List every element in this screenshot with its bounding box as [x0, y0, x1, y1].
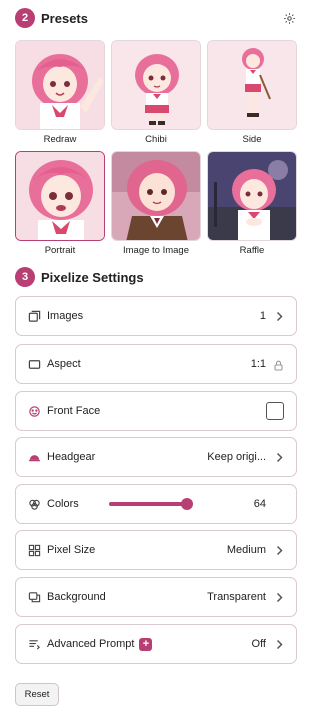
- presets-title: Presets: [41, 10, 88, 26]
- background-label: Background: [47, 591, 106, 603]
- preset-thumbnail: [15, 151, 105, 241]
- plus-badge: +: [139, 637, 153, 651]
- images-label: Images: [47, 310, 84, 322]
- preset-thumbnail: [111, 40, 201, 130]
- settings-title: Pixelize Settings: [41, 269, 144, 285]
- aspect-icon: [27, 357, 41, 371]
- colors-label: Colors: [47, 498, 79, 510]
- colors-row: Colors 64: [15, 484, 297, 524]
- reset-button[interactable]: Reset: [15, 683, 59, 706]
- preset-chibi[interactable]: Chibi: [111, 40, 201, 151]
- grid-icon: [27, 543, 41, 557]
- gear-icon[interactable]: [281, 10, 297, 26]
- preset-label: Raffle: [239, 245, 265, 256]
- preset-thumbnail: [207, 40, 297, 130]
- preset-thumbnail: [15, 40, 105, 130]
- front-face-checkbox[interactable]: [266, 402, 284, 420]
- aspect-label: Aspect: [47, 358, 81, 370]
- preset-label: Image to Image: [122, 245, 189, 256]
- preset-redraw[interactable]: Redraw: [15, 40, 105, 151]
- aspect-row[interactable]: Aspect 1:1: [15, 344, 297, 384]
- headgear-icon: [27, 450, 41, 464]
- pixel-size-label: Pixel Size: [47, 544, 96, 556]
- colors-slider[interactable]: [108, 498, 193, 510]
- headgear-row[interactable]: Headgear Keep origi...: [15, 437, 297, 477]
- preset-image-to-image[interactable]: Image to Image: [111, 151, 201, 262]
- settings-header: 3 Pixelize Settings: [15, 267, 297, 287]
- chevron-right-icon: [274, 637, 284, 651]
- preset-label: Side: [242, 134, 262, 145]
- prompt-icon: [27, 637, 41, 651]
- step-badge-presets: 2: [15, 8, 35, 28]
- aspect-value: 1:1: [250, 358, 266, 370]
- slider-knob[interactable]: [180, 498, 193, 510]
- pixel-size-value: Medium: [226, 544, 266, 556]
- presets-header: 2 Presets: [15, 8, 297, 28]
- colors-value: 64: [253, 498, 266, 510]
- background-icon: [27, 590, 41, 604]
- headgear-value: Keep origi...: [207, 451, 266, 463]
- pixel-size-row[interactable]: Pixel Size Medium: [15, 530, 297, 570]
- preset-raffle[interactable]: Raffle: [207, 151, 297, 262]
- preset-portrait[interactable]: Portrait: [15, 151, 105, 262]
- face-icon: [27, 404, 41, 418]
- background-value: Transparent: [207, 591, 266, 603]
- advanced-prompt-row[interactable]: Advanced Prompt + Off: [15, 624, 297, 664]
- advanced-prompt-label: Advanced Prompt: [47, 638, 135, 650]
- step-badge-settings: 3: [15, 267, 35, 287]
- chevron-right-icon: [274, 309, 284, 323]
- chevron-right-icon: [274, 450, 284, 464]
- advanced-prompt-value: Off: [251, 638, 266, 650]
- preset-grid: Redraw Chibi Side Portrait Image to Imag…: [15, 40, 297, 262]
- preset-side[interactable]: Side: [207, 40, 297, 151]
- images-row[interactable]: Images 1: [15, 296, 297, 336]
- preset-thumbnail: [111, 151, 201, 241]
- chevron-right-icon: [274, 543, 284, 557]
- preset-label: Chibi: [145, 134, 167, 145]
- slider-track: [108, 502, 189, 506]
- lock-icon: [274, 358, 284, 371]
- front-face-row: Front Face: [15, 391, 297, 431]
- preset-label: Portrait: [44, 245, 76, 256]
- background-row[interactable]: Background Transparent: [15, 577, 297, 617]
- headgear-label: Headgear: [47, 451, 96, 463]
- front-face-label: Front Face: [47, 405, 101, 417]
- chevron-right-icon: [274, 590, 284, 604]
- palette-icon: [27, 497, 41, 511]
- settings-panel: 2 Presets Redraw Chibi Side Portrait Ima…: [0, 0, 312, 723]
- preset-label: Redraw: [43, 134, 77, 145]
- images-icon: [27, 309, 41, 323]
- preset-thumbnail: [207, 151, 297, 241]
- images-value: 1: [259, 310, 266, 322]
